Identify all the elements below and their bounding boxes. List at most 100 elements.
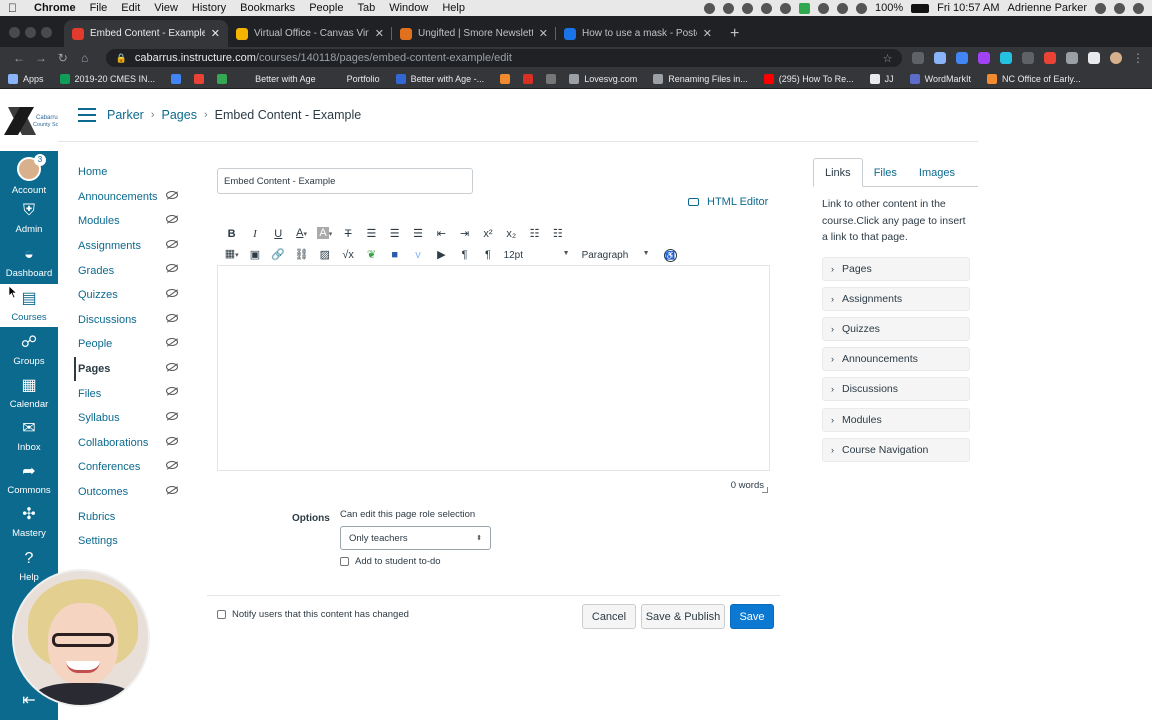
course-nav-outcomes[interactable]: Outcomes xyxy=(74,480,184,505)
volume-icon[interactable] xyxy=(837,2,848,14)
table-icon[interactable]: ▦▾ xyxy=(220,246,243,264)
tab-files[interactable]: Files xyxy=(863,158,908,187)
align-center-icon[interactable]: ☰ xyxy=(383,226,406,242)
link-icon[interactable]: 🔗 xyxy=(267,247,290,263)
vimeo-tool-icon[interactable]: v xyxy=(406,247,429,263)
extension-icon[interactable] xyxy=(934,52,947,64)
link-section-pages[interactable]: › Pages xyxy=(822,257,970,281)
extension-icon[interactable] xyxy=(1044,52,1057,64)
global-nav-commons[interactable]: ➦ Commons xyxy=(0,457,58,500)
background-color-icon[interactable]: A ▾ xyxy=(313,225,336,243)
bookmark-item[interactable]: Portfolio xyxy=(331,73,380,84)
extension-icon[interactable] xyxy=(956,52,969,64)
reload-icon[interactable]: ↻ xyxy=(52,51,74,65)
menu-help[interactable]: Help xyxy=(442,2,465,14)
siri-icon[interactable] xyxy=(1114,2,1125,14)
forward-arrow-icon[interactable]: → xyxy=(30,51,52,65)
extension-icon[interactable] xyxy=(1000,52,1013,64)
record-media-icon[interactable]: ▶ xyxy=(430,247,453,263)
leaf-tool-icon[interactable]: ❦ xyxy=(360,247,383,263)
back-arrow-icon[interactable]: ← xyxy=(8,51,30,65)
spotlight-icon[interactable] xyxy=(1095,2,1106,14)
course-nav-announcements[interactable]: Announcements xyxy=(74,185,184,210)
course-nav-assignments[interactable]: Assignments xyxy=(74,234,184,259)
link-section-quizzes[interactable]: › Quizzes xyxy=(822,317,970,342)
menu-history[interactable]: History xyxy=(192,2,226,14)
course-nav-discussions[interactable]: Discussions xyxy=(74,308,184,333)
bookmark-item[interactable] xyxy=(500,73,515,84)
outdent-icon[interactable]: ⇤ xyxy=(430,226,453,242)
course-nav-conferences[interactable]: Conferences xyxy=(74,455,184,480)
bookmark-item[interactable]: WordMarkIt xyxy=(909,73,971,84)
bookmark-item[interactable]: JJ xyxy=(869,73,894,84)
save-and-publish-button[interactable]: Save & Publish xyxy=(641,604,725,629)
course-nav-collaborations[interactable]: Collaborations xyxy=(74,431,184,456)
bluetooth-icon[interactable] xyxy=(818,2,829,14)
link-section-discussions[interactable]: › Discussions xyxy=(822,377,970,402)
indent-icon[interactable]: ⇥ xyxy=(453,226,476,242)
window-zoom-dot[interactable] xyxy=(41,27,52,38)
district-logo[interactable]: Cabarrus County Schools xyxy=(0,91,72,151)
notify-users-checkbox[interactable] xyxy=(217,610,226,619)
window-close-dot[interactable] xyxy=(9,27,20,38)
browser-tab[interactable]: Ungifted | Smore Newsletters ✕ xyxy=(392,20,556,47)
course-nav-pages[interactable]: Pages xyxy=(74,356,184,382)
course-nav-quizzes[interactable]: Quizzes xyxy=(74,283,184,308)
course-nav-modules[interactable]: Modules xyxy=(74,209,184,234)
superscript-icon[interactable]: x² xyxy=(476,226,499,242)
bookmark-item[interactable]: Better with Age xyxy=(240,73,316,84)
page-title-input[interactable] xyxy=(217,168,473,194)
menu-app-name[interactable]: Chrome xyxy=(34,2,76,14)
home-icon[interactable]: ⌂ xyxy=(74,51,96,65)
menu-edit[interactable]: Edit xyxy=(121,2,140,14)
bookmark-item[interactable] xyxy=(546,73,561,84)
cancel-button[interactable]: Cancel xyxy=(582,604,636,629)
bookmark-item[interactable]: Apps xyxy=(8,73,44,84)
breadcrumb-pages-link[interactable]: Pages xyxy=(162,108,197,122)
tab-links[interactable]: Links xyxy=(813,158,863,187)
bookmark-item[interactable] xyxy=(171,73,186,84)
profile-avatar[interactable] xyxy=(1110,52,1122,64)
tab-close-icon[interactable]: ✕ xyxy=(375,27,384,40)
clear-formatting-icon[interactable]: T xyxy=(336,226,359,242)
tab-close-icon[interactable]: ✕ xyxy=(703,27,712,40)
accessibility-checker-icon[interactable]: ♿ xyxy=(663,248,677,262)
italic-icon[interactable]: I xyxy=(243,226,266,242)
rich-content-editor-body[interactable] xyxy=(217,265,770,471)
cloud-status-icon[interactable] xyxy=(742,2,753,14)
sync-status-icon[interactable] xyxy=(761,2,772,14)
tab-close-icon[interactable]: ✕ xyxy=(211,27,220,40)
course-nav-rubrics[interactable]: Rubrics xyxy=(74,504,184,529)
ltr-direction-icon[interactable]: ¶ xyxy=(453,247,476,263)
notification-center-icon[interactable] xyxy=(1133,2,1144,14)
camera-status-icon[interactable] xyxy=(704,2,715,14)
battery-icon[interactable] xyxy=(911,3,930,13)
unlink-icon[interactable]: ⛓ xyxy=(290,247,313,263)
global-nav-account[interactable]: 3 Account xyxy=(0,151,58,196)
course-nav-grades[interactable]: Grades xyxy=(74,258,184,283)
link-section-modules[interactable]: › Modules xyxy=(822,407,970,432)
menu-people[interactable]: People xyxy=(309,2,343,14)
menu-tab[interactable]: Tab xyxy=(357,2,375,14)
image-icon[interactable]: ▨ xyxy=(313,247,336,263)
global-nav-admin[interactable]: ⛨ Admin xyxy=(0,196,58,239)
tab-images[interactable]: Images xyxy=(908,158,966,187)
course-menu-toggle-icon[interactable] xyxy=(78,108,96,122)
student-todo-checkbox[interactable] xyxy=(340,557,349,566)
menu-view[interactable]: View xyxy=(154,2,178,14)
extension-icon[interactable] xyxy=(1066,52,1079,64)
bookmark-item[interactable]: Better with Age -... xyxy=(395,73,484,84)
bookmark-item[interactable]: Renaming Files in... xyxy=(653,73,748,84)
save-button[interactable]: Save xyxy=(730,604,774,629)
menu-clock[interactable]: Fri 10:57 AM xyxy=(937,2,999,14)
quizlet-tool-icon[interactable]: ■ xyxy=(383,247,406,263)
shield-status-icon[interactable] xyxy=(780,2,791,14)
apple-icon[interactable]:  xyxy=(8,2,20,14)
global-nav-calendar[interactable]: ▦ Calendar xyxy=(0,371,58,414)
breadcrumb-course-link[interactable]: Parker xyxy=(107,108,144,122)
global-nav-mastery[interactable]: ✣ Mastery xyxy=(0,500,58,543)
bold-icon[interactable]: B xyxy=(220,226,243,242)
course-nav-syllabus[interactable]: Syllabus xyxy=(74,406,184,431)
course-nav-people[interactable]: People xyxy=(74,332,184,357)
subscript-icon[interactable]: x₂ xyxy=(500,226,523,242)
